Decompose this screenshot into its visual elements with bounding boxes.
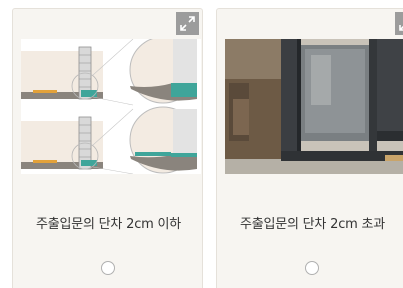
expand-button[interactable] <box>395 12 403 35</box>
threshold-diagram-image <box>21 39 201 174</box>
expand-icon <box>399 25 403 31</box>
option-cards: 주출입문의 단차 2cm 이하 주출입문의 단차 2cm 초과 <box>0 0 403 288</box>
option-card-threshold-2cm-or-less[interactable]: 주출입문의 단차 2cm 이하 <box>12 8 203 288</box>
option-radio[interactable] <box>101 261 115 275</box>
expand-icon <box>180 16 195 31</box>
option-label: 주출입문의 단차 2cm 초과 <box>239 217 386 232</box>
entrance-door-photo <box>225 39 403 174</box>
option-radio[interactable] <box>305 261 319 275</box>
option-card-threshold-over-2cm[interactable]: 주출입문의 단차 2cm 초과 <box>216 8 403 288</box>
option-label: 주출입문의 단차 2cm 이하 <box>35 217 182 232</box>
expand-button[interactable] <box>176 12 199 35</box>
